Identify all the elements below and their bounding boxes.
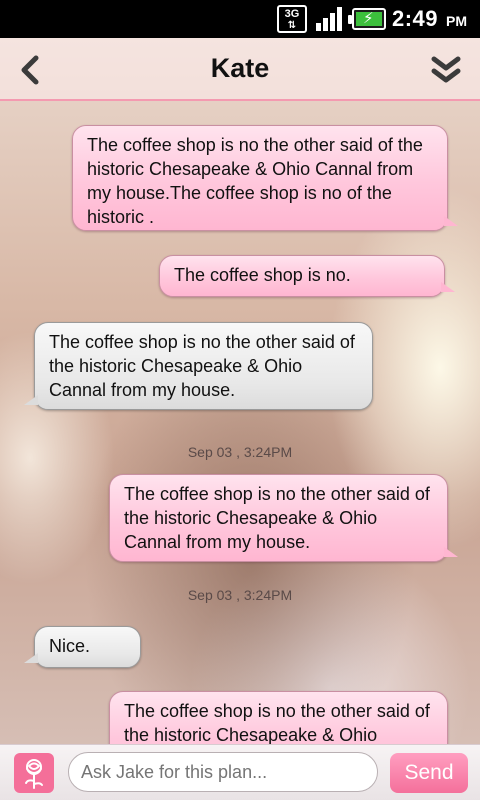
send-button[interactable]: Send (390, 753, 468, 793)
battery-charging-icon: ⚡ (348, 8, 386, 30)
status-bar: 3G ⇅ ⚡ 2:49 PM (0, 0, 480, 38)
message-text: The coffee shop is no the other said of … (124, 701, 430, 745)
signal-icon (314, 5, 346, 33)
network-3g-icon: 3G ⇅ (277, 5, 307, 33)
message-text: The coffee shop is no. (174, 265, 351, 285)
status-ampm: PM (446, 13, 467, 29)
status-time: 2:49 (392, 6, 439, 31)
outgoing-message-bubble[interactable]: The coffee shop is no the other said of … (72, 125, 458, 231)
sticker-button[interactable] (14, 753, 54, 793)
page-title: Kate (210, 53, 270, 83)
message-input[interactable] (68, 752, 378, 792)
incoming-message-bubble[interactable]: Nice. (24, 626, 141, 668)
message-composer: Send (0, 744, 480, 800)
chat-header: Kate (0, 38, 480, 101)
message-timestamp: Sep 03 , 3:24PM (187, 444, 293, 460)
message-text: The coffee shop is no the other said of … (124, 484, 430, 552)
message-text: Nice. (49, 636, 91, 656)
rose-icon (25, 759, 43, 789)
more-options-button[interactable] (430, 56, 462, 84)
message-text: The coffee shop is no the other said of … (87, 135, 423, 227)
incoming-message-bubble[interactable]: The coffee shop is no the other said of … (24, 322, 373, 410)
outgoing-message-bubble[interactable]: The coffee shop is no. (159, 255, 455, 297)
outgoing-message-bubble[interactable]: The coffee shop is no the other said of … (109, 474, 458, 562)
message-timestamp: Sep 03 , 3:24PM (187, 587, 293, 603)
network-type-label: 3G (284, 8, 300, 20)
message-text: The coffee shop is no the other said of … (49, 332, 355, 400)
double-chevron-down-icon (431, 56, 461, 83)
